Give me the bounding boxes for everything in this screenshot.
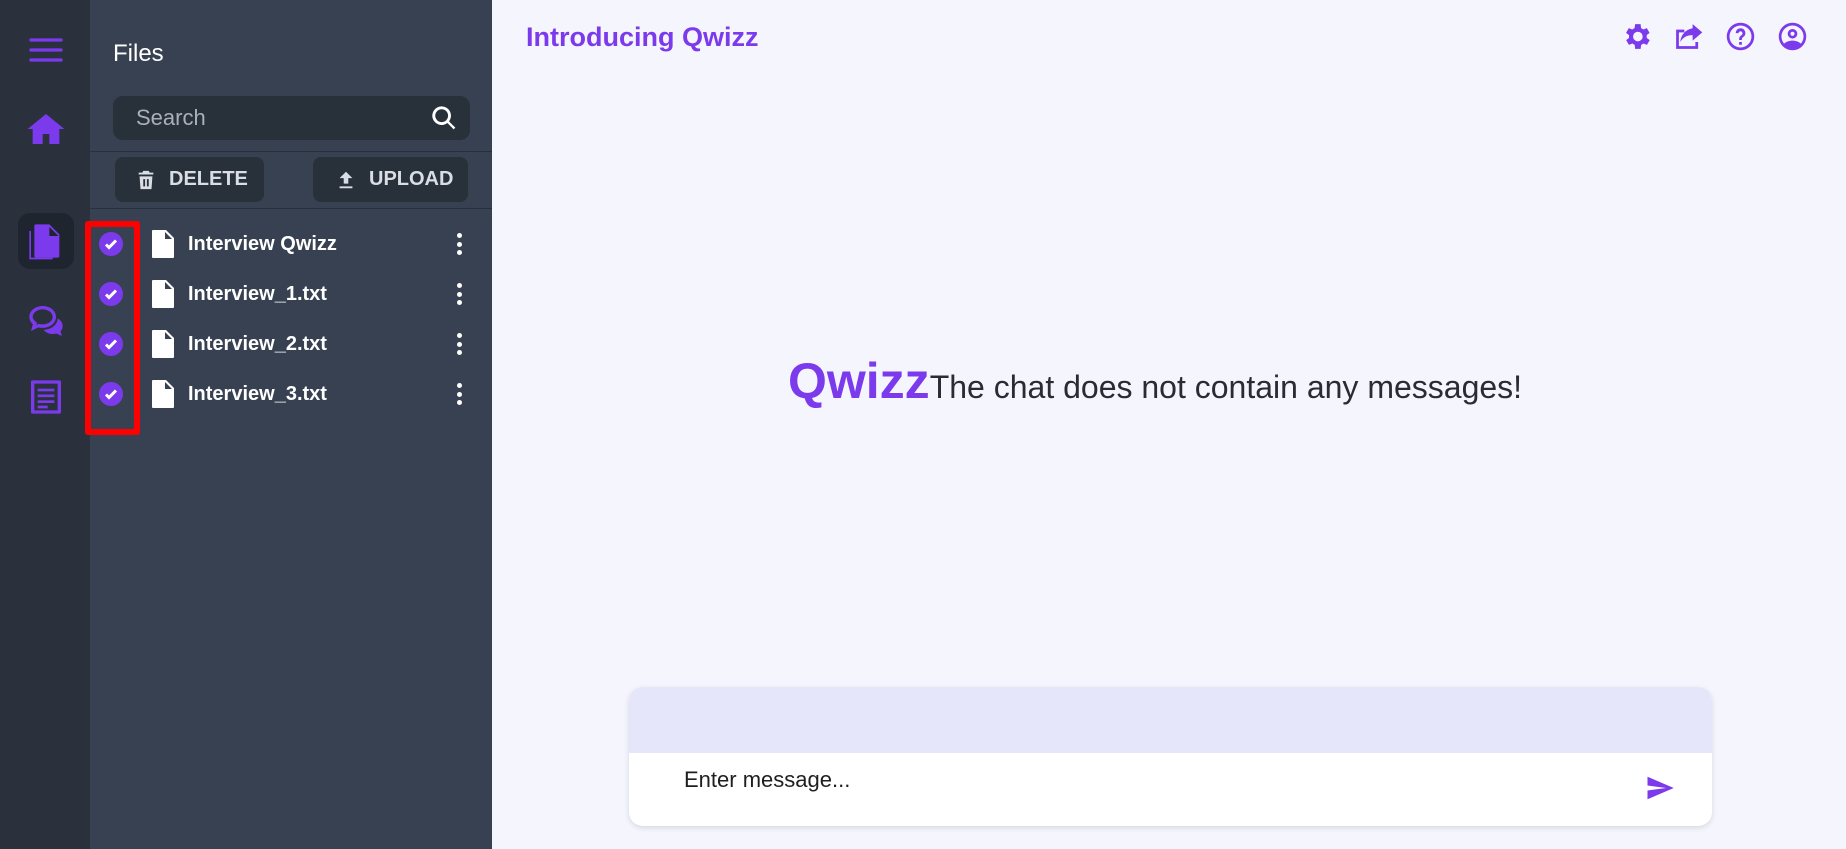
file-icon	[152, 380, 174, 408]
message-composer	[629, 687, 1712, 826]
send-icon	[1647, 776, 1674, 800]
upload-label: UPLOAD	[369, 168, 454, 190]
chat-button[interactable]	[18, 293, 74, 349]
composer-header	[629, 687, 1712, 753]
account-button[interactable]	[1776, 20, 1809, 53]
menu-icon	[29, 38, 63, 62]
files-icon	[29, 224, 60, 260]
empty-chat-message: The chat does not contain any messages!	[929, 369, 1523, 405]
more-options-icon[interactable]	[452, 280, 466, 308]
file-name[interactable]: Interview Qwizz	[188, 233, 337, 256]
header-actions	[1620, 20, 1809, 53]
file-item[interactable]: Interview_3.txt	[90, 369, 492, 419]
message-input[interactable]	[684, 767, 1584, 793]
send-button[interactable]	[1645, 773, 1675, 803]
menu-button[interactable]	[18, 22, 74, 78]
file-name[interactable]: Interview_3.txt	[188, 383, 327, 406]
home-button[interactable]	[18, 101, 74, 157]
files-button[interactable]	[18, 213, 74, 269]
file-name[interactable]: Interview_1.txt	[188, 283, 327, 306]
file-item[interactable]: Interview_1.txt	[90, 269, 492, 319]
notes-button[interactable]	[18, 369, 74, 425]
more-options-icon[interactable]	[452, 330, 466, 358]
icon-rail	[0, 0, 90, 849]
chat-icon	[29, 306, 63, 336]
home-icon	[27, 114, 65, 144]
trash-icon	[138, 170, 154, 189]
composer-input-area	[629, 753, 1712, 826]
file-icon	[152, 280, 174, 308]
settings-icon	[1626, 24, 1650, 49]
file-name[interactable]: Interview_2.txt	[188, 333, 327, 356]
divider	[90, 151, 492, 152]
account-icon	[1778, 22, 1807, 51]
files-title: Files	[113, 40, 164, 67]
search-input[interactable]	[136, 105, 430, 131]
more-options-icon[interactable]	[452, 380, 466, 408]
more-options-icon[interactable]	[452, 230, 466, 258]
help-button[interactable]	[1724, 20, 1757, 53]
search-box[interactable]	[113, 96, 470, 140]
divider	[90, 208, 492, 209]
share-icon	[1676, 24, 1703, 49]
notes-icon	[31, 380, 61, 414]
empty-chat-state: Qwizz The chat does not contain any mess…	[788, 352, 1522, 410]
upload-button[interactable]: UPLOAD	[313, 157, 468, 202]
file-icon	[152, 230, 174, 258]
share-button[interactable]	[1672, 20, 1705, 53]
file-item[interactable]: Interview_2.txt	[90, 319, 492, 369]
file-item[interactable]: Interview Qwizz	[90, 219, 492, 269]
delete-label: DELETE	[169, 168, 248, 190]
brand-name: Qwizz	[788, 353, 930, 409]
page-title: Introducing Qwizz	[526, 22, 759, 52]
delete-button[interactable]: DELETE	[115, 157, 264, 202]
search-icon[interactable]	[430, 104, 458, 132]
files-panel: Files DELETE UPLOAD Interview Qwizz Inte…	[90, 0, 492, 849]
help-icon	[1726, 22, 1755, 51]
file-icon	[152, 330, 174, 358]
upload-icon	[339, 171, 353, 188]
settings-button[interactable]	[1620, 20, 1653, 53]
selection-highlight	[85, 221, 140, 435]
